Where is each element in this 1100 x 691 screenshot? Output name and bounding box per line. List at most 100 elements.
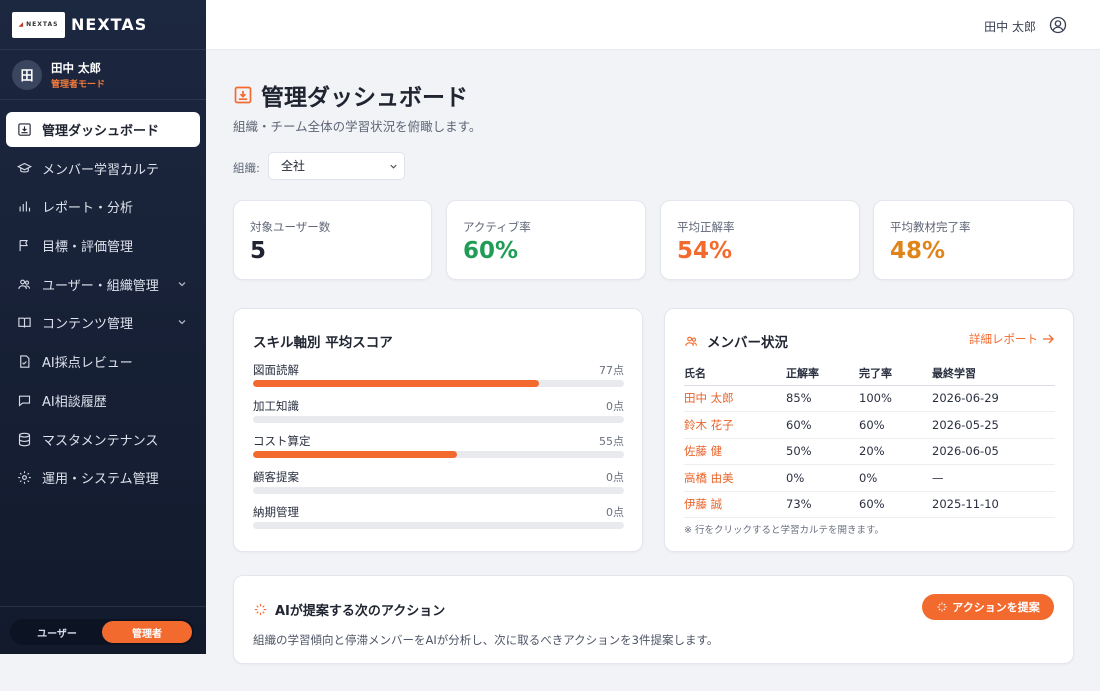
gear-icon (16, 470, 32, 486)
kpi-card-completion: 平均教材完了率 48% (873, 200, 1074, 280)
ai-card-title: AIが提案する次のアクション (275, 604, 446, 619)
database-icon (16, 431, 32, 447)
chevron-down-icon[interactable] (176, 278, 188, 290)
column-header: 完了率 (859, 361, 932, 386)
table-row[interactable]: 鈴木 花子 60% 60% 2026-05-25 (684, 411, 1055, 439)
member-name: 鈴木 花子 (684, 411, 786, 439)
skill-bar-track (253, 451, 624, 458)
column-header: 正解率 (786, 361, 859, 386)
sidebar-item-label: メンバー学習カルテ (42, 162, 160, 178)
members-card: メンバー状況 詳細レポート 氏名 正解率 完了率 最終学習 田中 太郎 85% 100% 2… (664, 308, 1074, 552)
brand: ◢ NEXTAS NEXTAS (0, 0, 206, 50)
suggest-action-button[interactable]: アクションを提案 (922, 594, 1054, 620)
member-accuracy: 50% (786, 438, 859, 465)
detail-report-label: 詳細レポート (969, 332, 1038, 346)
chat-icon (16, 392, 32, 408)
sidebar-item-4[interactable]: 目標・評価管理 (6, 228, 200, 263)
table-row[interactable]: 伊藤 誠 73% 60% 2025-11-10 (684, 491, 1055, 518)
table-row[interactable]: 田中 太郎 85% 100% 2026-06-29 (684, 385, 1055, 412)
skill-name: コスト算定 (253, 434, 311, 448)
graduation-cap-icon (16, 160, 32, 176)
user-name: 田中 太郎 (51, 60, 102, 75)
kpi-value: 54% (677, 238, 733, 264)
detail-report-link[interactable]: 詳細レポート (969, 331, 1054, 347)
sidebar-item-label: 目標・評価管理 (42, 240, 134, 256)
member-table: 氏名 正解率 完了率 最終学習 田中 太郎 85% 100% 2026-06-29 鈴木 花子… (684, 361, 1055, 518)
sidebar-item-7[interactable]: AI採点レビュー (6, 344, 200, 379)
kpi-label: 平均正解率 (677, 220, 735, 234)
sidebar-item-2[interactable]: メンバー学習カルテ (6, 151, 200, 186)
skill-row: 図面読解 77点 (253, 362, 624, 392)
table-row[interactable]: 高橋 由美 0% 0% — (684, 464, 1055, 492)
skill-bar-track (253, 380, 624, 387)
file-check-icon (16, 354, 32, 370)
sidebar-item-8[interactable]: AI相談履歴 (6, 383, 200, 418)
skill-bar-track (253, 486, 624, 494)
brand-logo[interactable]: ◢ NEXTAS (12, 11, 65, 38)
skills-card-title: スキル軸別 平均スコア (253, 335, 393, 351)
skill-bar-fill (253, 451, 458, 458)
skill-bar-track (253, 415, 624, 423)
bar-chart-icon (16, 199, 32, 215)
member-completion: 0% (859, 464, 932, 492)
kpi-value: 48% (890, 238, 946, 264)
skill-score: 0点 (606, 506, 624, 519)
member-name: 田中 太郎 (684, 385, 786, 412)
skill-bar-track (253, 522, 624, 529)
chevron-down-icon (390, 164, 397, 169)
member-accuracy: 73% (786, 491, 859, 518)
kpi-value: 5 (250, 238, 267, 264)
member-accuracy: 85% (786, 385, 859, 412)
flag-icon (16, 238, 32, 254)
role-admin-button[interactable]: 管理者 (102, 621, 192, 643)
member-name: 佐藤 健 (684, 438, 786, 465)
sidebar-item-label: AI相談履歴 (42, 394, 107, 410)
org-select[interactable]: 全社 (268, 152, 405, 180)
member-last-study: — (932, 464, 1055, 492)
role-user-button[interactable]: ユーザー (12, 621, 102, 643)
skill-score: 0点 (606, 399, 624, 413)
member-completion: 100% (859, 385, 932, 412)
members-card-title: メンバー状況 (707, 335, 788, 351)
skill-name: 加工知識 (253, 398, 299, 413)
book-icon (16, 315, 32, 331)
skill-row: 納期管理 0点 (253, 504, 624, 534)
skill-bar-fill (253, 380, 539, 387)
member-table-note: ※ 行をクリックすると学習カルテを開きます。 (684, 525, 885, 536)
member-completion: 60% (859, 411, 932, 439)
user-circle-icon[interactable] (1049, 16, 1067, 34)
chevron-down-icon[interactable] (176, 316, 188, 328)
top-bar: 田中 太郎 (206, 0, 1100, 50)
role-toggle: ユーザー 管理者 (10, 619, 194, 645)
sidebar-item-label: レポート・分析 (42, 201, 134, 217)
brand-name: NEXTAS (71, 15, 148, 34)
page-subtitle: 組織・チーム全体の学習状況を俯瞰します。 (233, 119, 482, 134)
sidebar-nav: 管理ダッシュボードメンバー学習カルテ レポート・分析 目標・評価管理ユーザー・組織管… (0, 100, 206, 495)
member-completion: 20% (859, 438, 932, 465)
sidebar-item-label: AI採点レビュー (42, 356, 133, 372)
sidebar-item-5[interactable]: ユーザー・組織管理 (6, 267, 200, 302)
org-select-value: 全社 (281, 159, 306, 173)
member-accuracy: 60% (786, 411, 859, 439)
skill-name: 顧客提案 (253, 469, 299, 484)
ai-card-description: 組織の学習傾向と停滞メンバーをAIが分析し、次に取るべきアクションを3件提案しま… (253, 633, 719, 647)
kpi-label: アクティブ率 (463, 220, 531, 234)
sidebar-item-label: ユーザー・組織管理 (42, 278, 159, 294)
page-title-text: 管理ダッシュボード (261, 85, 468, 111)
sidebar-item-label: 運用・システム管理 (42, 472, 159, 488)
main-content: 管理ダッシュボード 組織・チーム全体の学習状況を俯瞰します。 組織: 全社 対象… (206, 50, 1100, 691)
sidebar-footer: ユーザー 管理者 (0, 606, 206, 654)
dashboard-icon (16, 122, 32, 138)
sidebar-item-6[interactable]: コンテンツ管理 (6, 305, 200, 340)
table-row[interactable]: 佐藤 健 50% 20% 2026-06-05 (684, 438, 1055, 465)
sidebar-item-9[interactable]: マスタメンテナンス (6, 422, 200, 457)
kpi-card-active-rate: アクティブ率 60% (446, 200, 646, 280)
skill-score: 77点 (599, 364, 624, 377)
sparkle-icon (937, 602, 947, 612)
sidebar-item-3[interactable]: レポート・分析 (6, 189, 200, 224)
sidebar-item-1[interactable]: 管理ダッシュボード (6, 112, 200, 147)
sidebar-item-10[interactable]: 運用・システム管理 (6, 460, 200, 495)
kpi-card-users: 対象ユーザー数 5 (233, 200, 432, 280)
sidebar-item-label: コンテンツ管理 (42, 317, 134, 333)
header-user-name[interactable]: 田中 太郎 (984, 18, 1036, 35)
